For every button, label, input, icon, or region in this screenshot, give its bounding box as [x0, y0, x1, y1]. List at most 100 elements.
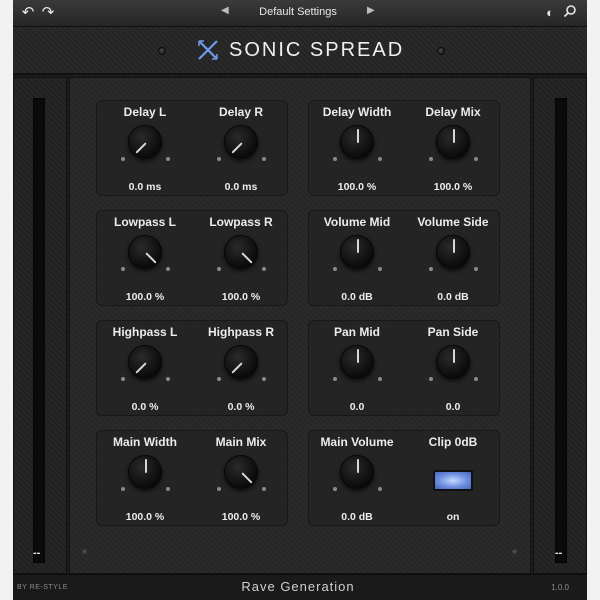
control-value: 0.0 [349, 401, 365, 413]
control-label: Pan Side [427, 325, 479, 339]
knob-min-dot [217, 157, 221, 161]
delay-mix-knob[interactable] [436, 125, 470, 159]
next-preset-button[interactable]: ▶ [367, 5, 375, 16]
pan-mid-knob[interactable] [340, 345, 374, 379]
control-label: Volume Side [417, 215, 489, 229]
control-value: 0.0 [445, 401, 461, 413]
control-group: Lowpass L 100.0 % Lowpass R 100.0 % [96, 210, 288, 306]
control-delay-r: Delay R 0.0 ms [193, 101, 289, 197]
knob-max-dot [474, 157, 478, 161]
knob-min-dot [429, 377, 433, 381]
control-highpass-r: Highpass R 0.0 % [193, 321, 289, 417]
volume-side-knob[interactable] [436, 235, 470, 269]
control-main-width: Main Width 100.0 % [97, 431, 193, 527]
controls-panel: Delay L 0.0 ms Delay R 0.0 ms Delay Width 100… [69, 77, 531, 574]
control-label: Highpass L [112, 325, 178, 339]
control-volume-side: Volume Side 0.0 dB [405, 211, 501, 307]
knob-pointer [357, 129, 359, 143]
left-meter-panel: -- [13, 77, 67, 574]
control-pan-side: Pan Side 0.0 [405, 321, 501, 417]
control-label: Main Width [113, 435, 177, 449]
preset-name[interactable]: Default Settings [243, 6, 353, 18]
clip-0db-toggle[interactable] [433, 470, 473, 491]
control-value: 100.0 % [221, 291, 261, 303]
toolbar: ↶ ↷ ◀ Default Settings ▶ ◐ [13, 0, 587, 27]
highpass-r-knob[interactable] [224, 345, 258, 379]
knob-pointer [453, 349, 455, 363]
knob-min-dot [429, 157, 433, 161]
lowpass-l-knob[interactable] [128, 235, 162, 269]
control-label: Highpass R [207, 325, 274, 339]
control-value: on [446, 511, 460, 523]
control-label: Pan Mid [333, 325, 380, 339]
control-delay-l: Delay L 0.0 ms [97, 101, 193, 197]
control-label: Lowpass L [113, 215, 176, 229]
control-group: Highpass L 0.0 % Highpass R 0.0 % [96, 320, 288, 416]
control-group: Delay Width 100.0 % Delay Mix 100.0 % [308, 100, 500, 196]
control-label: Delay Width [322, 105, 392, 119]
main-width-knob[interactable] [128, 455, 162, 489]
knob-max-dot [166, 157, 170, 161]
knob-max-dot [262, 157, 266, 161]
lowpass-r-knob[interactable] [224, 235, 258, 269]
knob-min-dot [333, 267, 337, 271]
knob-min-dot [217, 267, 221, 271]
control-value: 0.0 ms [224, 181, 258, 193]
control-value: 0.0 dB [341, 291, 373, 303]
control-value: 100.0 % [221, 511, 261, 523]
knob-max-dot [378, 487, 382, 491]
knob-pointer [357, 349, 359, 363]
brand-logo: Rave Generation [241, 579, 355, 594]
control-value: 100.0 % [125, 291, 165, 303]
left-level-meter [33, 98, 45, 563]
knob-max-dot [166, 377, 170, 381]
footer: BY RE-STYLE Rave Generation 1.0.0 [13, 574, 587, 600]
delay-width-knob[interactable] [340, 125, 374, 159]
control-label: Lowpass R [209, 215, 273, 229]
control-value: 0.0 dB [437, 291, 469, 303]
main-mix-knob[interactable] [224, 455, 258, 489]
pan-side-knob[interactable] [436, 345, 470, 379]
knob-pointer [135, 142, 147, 154]
delay-r-knob[interactable] [224, 125, 258, 159]
knob-min-dot [217, 487, 221, 491]
control-group: Main Volume 0.0 dB Clip 0dB on [308, 430, 500, 526]
knob-max-dot [378, 377, 382, 381]
knob-min-dot [333, 157, 337, 161]
control-group: Main Width 100.0 % Main Mix 100.0 % [96, 430, 288, 526]
volume-mid-knob[interactable] [340, 235, 374, 269]
knob-min-dot [333, 377, 337, 381]
control-value: 0.0 dB [341, 511, 373, 523]
control-value: 100.0 % [125, 511, 165, 523]
control-main-volume: Main Volume 0.0 dB [309, 431, 405, 527]
control-clip-0db: Clip 0dB on [405, 431, 501, 527]
knob-max-dot [378, 157, 382, 161]
control-label: Main Mix [215, 435, 267, 449]
main-volume-knob[interactable] [340, 455, 374, 489]
knob-min-dot [429, 267, 433, 271]
search-icon[interactable] [561, 4, 579, 22]
knob-max-dot [166, 267, 170, 271]
undo-icon[interactable]: ↶ [19, 4, 37, 22]
control-label: Delay R [218, 105, 264, 119]
header-bar: SONIC SPREAD [13, 27, 587, 75]
control-label: Delay Mix [425, 105, 481, 119]
prev-preset-button[interactable]: ◀ [221, 5, 229, 16]
knob-max-dot [262, 487, 266, 491]
delay-l-knob[interactable] [128, 125, 162, 159]
right-meter-panel: -- [533, 77, 587, 574]
knob-max-dot [474, 267, 478, 271]
left-meter-value: -- [33, 547, 41, 559]
knob-min-dot [121, 267, 125, 271]
knob-max-dot [262, 267, 266, 271]
contrast-icon[interactable]: ◐ [541, 4, 559, 22]
highpass-l-knob[interactable] [128, 345, 162, 379]
version-label: 1.0.0 [551, 583, 569, 592]
control-pan-mid: Pan Mid 0.0 [309, 321, 405, 417]
knob-pointer [453, 239, 455, 253]
redo-icon[interactable]: ↷ [39, 4, 57, 22]
control-label: Volume Mid [323, 215, 391, 229]
knob-pointer [453, 129, 455, 143]
screw [437, 47, 445, 55]
knob-pointer [145, 459, 147, 473]
